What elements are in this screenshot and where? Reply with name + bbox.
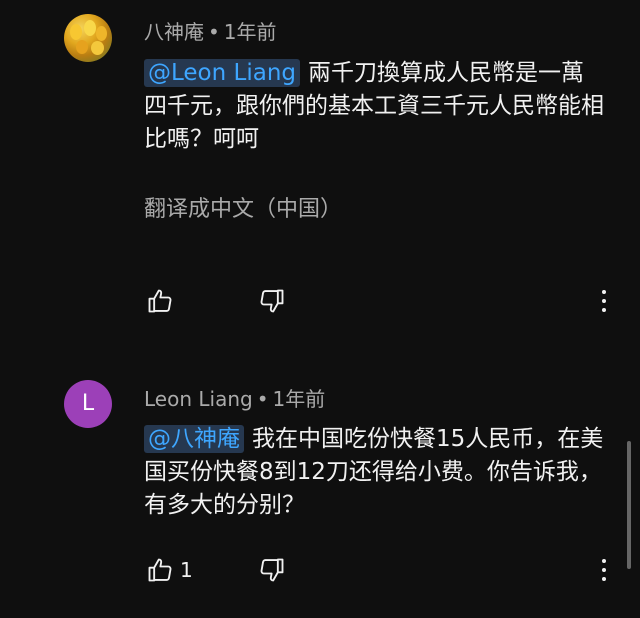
mention-link[interactable]: @八神庵 xyxy=(144,425,244,453)
comment-2: L Leon Liang • 1年前 @八神庵 我在中国吃份快餐15人民币，在美国买份… xyxy=(0,0,640,618)
timestamp: 1年前 xyxy=(272,387,326,411)
author-name[interactable]: Leon Liang xyxy=(144,387,253,411)
comment-meta: Leon Liang • 1年前 xyxy=(144,383,325,412)
more-vert-icon[interactable] xyxy=(596,558,612,582)
thumbs-up-icon xyxy=(148,558,172,582)
separator-dot: • xyxy=(256,387,269,411)
like-button[interactable]: 1 xyxy=(146,556,193,584)
scrollbar[interactable] xyxy=(627,441,631,569)
like-count: 1 xyxy=(180,558,193,582)
thumbs-down-icon xyxy=(260,558,284,582)
dislike-button[interactable] xyxy=(258,556,286,584)
avatar-letter[interactable]: L xyxy=(64,380,112,428)
comment-text: @八神庵 我在中国吃份快餐15人民币，在美国买份快餐8到12刀还得给小费。你告诉我… xyxy=(144,423,604,522)
